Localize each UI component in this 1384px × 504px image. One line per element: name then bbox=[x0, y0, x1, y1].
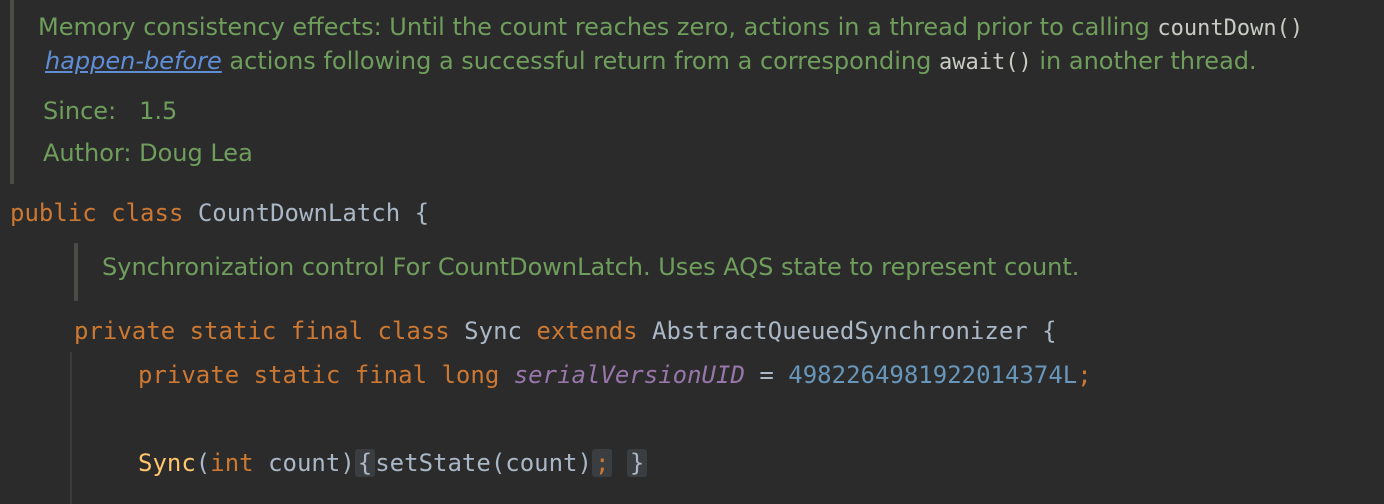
open-brace: { bbox=[1042, 317, 1057, 345]
author-label: Author: bbox=[43, 139, 132, 167]
keyword-class: class bbox=[111, 199, 184, 227]
keyword-class: class bbox=[377, 317, 450, 345]
javadoc-text: actions following a successful return fr… bbox=[221, 47, 939, 75]
keyword-static: static bbox=[189, 317, 277, 345]
constructor-line[interactable]: Sync(int count){setState(count); } bbox=[138, 449, 648, 477]
sync-class-name[interactable]: Sync bbox=[464, 317, 522, 345]
javadoc-text: in another thread. bbox=[1031, 47, 1257, 75]
semicolon: ; bbox=[1077, 361, 1092, 389]
javadoc-gutter-bar bbox=[10, 0, 14, 184]
fold-close-brace[interactable]: } bbox=[626, 449, 648, 477]
javadoc-author: Author: Doug Lea bbox=[43, 139, 253, 167]
param-type: int bbox=[210, 449, 254, 477]
semicolon: ; bbox=[594, 449, 610, 477]
since-value: 1.5 bbox=[139, 97, 178, 125]
indent-guide bbox=[70, 352, 72, 504]
field-name[interactable]: serialVersionUID bbox=[514, 361, 745, 389]
keyword-final: final bbox=[290, 317, 364, 345]
keyword-final: final bbox=[354, 361, 428, 389]
constructor-name[interactable]: Sync bbox=[138, 449, 196, 477]
javadoc-code-countdown: countDown() bbox=[1157, 16, 1304, 41]
fold-semicolon[interactable]: ; bbox=[591, 449, 613, 477]
inner-javadoc-gutter-bar bbox=[74, 243, 78, 301]
happen-before-link[interactable]: happen-before bbox=[45, 47, 222, 75]
class-declaration[interactable]: public class CountDownLatch { bbox=[10, 199, 429, 227]
javadoc-code-await: await() bbox=[939, 50, 1032, 75]
javadoc-since: Since: 1.5 bbox=[43, 97, 177, 125]
close-paren: ) bbox=[340, 449, 355, 477]
field-declaration[interactable]: private static final long serialVersionU… bbox=[138, 361, 1092, 389]
keyword-private: private bbox=[138, 361, 240, 389]
author-value: Doug Lea bbox=[139, 139, 253, 167]
assign-operator: = bbox=[759, 361, 774, 389]
keyword-extends: extends bbox=[536, 317, 638, 345]
keyword-public: public bbox=[10, 199, 97, 227]
open-brace: { bbox=[414, 199, 430, 227]
javadoc-text: Memory consistency effects: Until the co… bbox=[38, 13, 1158, 41]
fold-open-brace[interactable]: { bbox=[354, 449, 376, 477]
inner-javadoc-line: Synchronization control For CountDownLat… bbox=[102, 253, 1079, 281]
sync-class-declaration[interactable]: private static final class Sync extends … bbox=[74, 317, 1057, 345]
constructor-body: setState(count) bbox=[375, 449, 592, 477]
javadoc-line-2: happen-before actions following a succes… bbox=[45, 47, 1257, 75]
superclass-name[interactable]: AbstractQueuedSynchronizer bbox=[652, 317, 1028, 345]
param-name: count bbox=[268, 449, 341, 477]
since-label: Since: bbox=[43, 97, 117, 125]
class-name[interactable]: CountDownLatch bbox=[198, 199, 400, 227]
keyword-private: private bbox=[74, 317, 176, 345]
field-value: 4982264981922014374L bbox=[788, 361, 1078, 389]
keyword-static: static bbox=[253, 361, 341, 389]
javadoc-line-1: Memory consistency effects: Until the co… bbox=[38, 13, 1303, 41]
keyword-long: long bbox=[441, 361, 500, 389]
open-paren: ( bbox=[195, 449, 211, 477]
inner-javadoc-text: Synchronization control For CountDownLat… bbox=[102, 253, 1080, 281]
